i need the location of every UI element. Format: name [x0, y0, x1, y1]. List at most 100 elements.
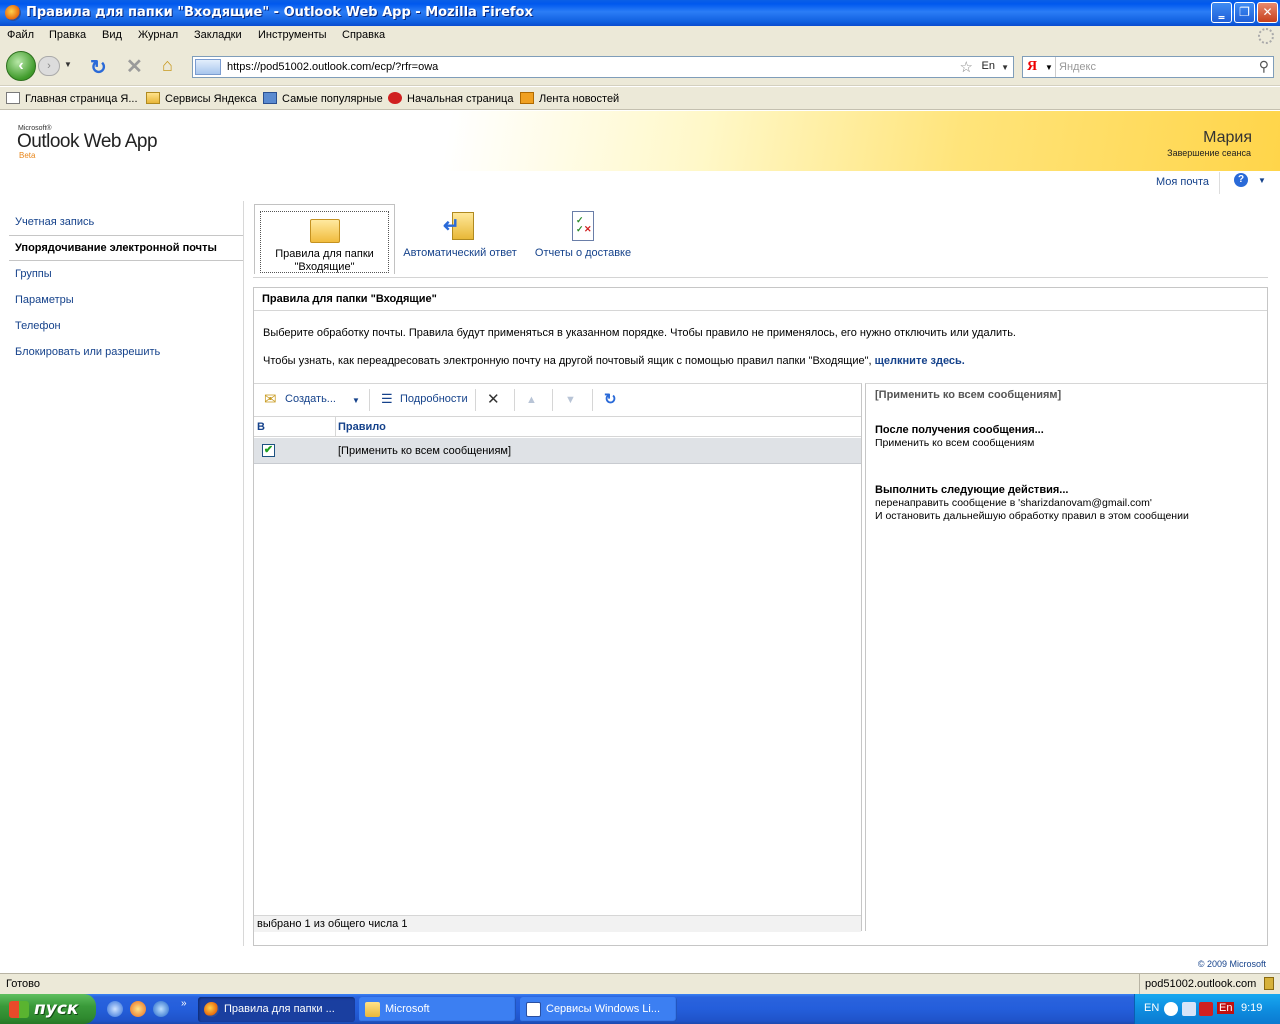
bookmark-news-feed[interactable]: Лента новостей: [520, 92, 619, 105]
refresh-icon[interactable]: ↻: [604, 390, 617, 408]
url-dropdown-icon[interactable]: ▼: [1001, 63, 1009, 72]
nav-settings[interactable]: Параметры: [15, 294, 74, 306]
reload-icon[interactable]: ↻: [90, 55, 107, 80]
table-row[interactable]: ✔ [Применить ко всем сообщениям]: [254, 438, 861, 464]
task-microsoft[interactable]: Microsoft: [359, 997, 516, 1022]
menu-history[interactable]: Журнал: [138, 29, 178, 41]
window-title-bar[interactable]: Правила для папки "Входящие" - Outlook W…: [0, 0, 1280, 26]
lang-indicator: En: [981, 60, 995, 72]
toolbar-separator: [514, 389, 515, 411]
url-bar[interactable]: https://pod51002.outlook.com/ecp/?rfr=ow…: [192, 56, 1014, 78]
task-microsoft-label: Microsoft: [385, 1003, 430, 1015]
new-rule-icon[interactable]: ✉: [264, 390, 277, 408]
task-firefox[interactable]: Правила для папки ...: [198, 997, 355, 1022]
details-actions-header: Выполнить следующие действия...: [875, 484, 1069, 496]
minimize-button[interactable]: ‗: [1211, 2, 1232, 23]
home-icon[interactable]: ⌂: [162, 55, 173, 76]
menu-view[interactable]: Вид: [102, 29, 122, 41]
url-text[interactable]: https://pod51002.outlook.com/ecp/?rfr=ow…: [227, 61, 438, 73]
logo-product: Outlook Web App: [17, 131, 158, 152]
inbox-rules-folder-icon: [310, 219, 340, 243]
details-condition-header: После получения сообщения...: [875, 424, 1044, 436]
column-enabled[interactable]: В: [257, 421, 265, 433]
antivirus-icon[interactable]: [1199, 1002, 1213, 1016]
owa-subheader: [0, 171, 1280, 201]
toolbar-separator: [369, 389, 370, 411]
lock-icon[interactable]: [1264, 977, 1274, 990]
move-down-icon[interactable]: ▼: [565, 394, 576, 406]
my-mail-link[interactable]: Моя почта: [1156, 176, 1209, 188]
rule-enabled-checkbox[interactable]: ✔: [262, 444, 275, 457]
menu-help[interactable]: Справка: [342, 29, 385, 41]
toolbar-separator: [475, 389, 476, 411]
delete-icon[interactable]: ✕: [487, 390, 500, 408]
sign-out-link[interactable]: Завершение сеанса: [1167, 148, 1251, 158]
new-rule-button[interactable]: Создать...: [285, 393, 336, 405]
tray-language[interactable]: EN: [1144, 1002, 1159, 1014]
rules-list: ✉ Создать... ▼ ☰ Подробности ✕ ▲ ▼ ↻ В П…: [254, 383, 862, 932]
history-dropdown-icon[interactable]: ▼: [64, 60, 72, 69]
bookmark-yandex-home[interactable]: Главная страница Я...: [6, 92, 138, 105]
new-rule-dropdown-icon[interactable]: ▼: [352, 396, 360, 405]
site-identity-icon[interactable]: [195, 59, 221, 75]
tab-auto-reply[interactable]: ↵ Автоматический ответ: [399, 204, 521, 274]
back-button[interactable]: ‹: [6, 51, 36, 81]
details-icon[interactable]: ☰: [381, 391, 393, 407]
firefox-icon: [204, 1002, 219, 1017]
network-icon[interactable]: [1182, 1002, 1196, 1016]
clock[interactable]: 9:19: [1241, 1002, 1262, 1014]
selection-status: выбрано 1 из общего числа 1: [254, 915, 861, 932]
search-input[interactable]: Яндекс: [1059, 61, 1096, 73]
help-dropdown-icon[interactable]: ▼: [1258, 176, 1266, 185]
inbox-rules-panel: Правила для папки "Входящие" Выберите об…: [253, 287, 1268, 946]
details-condition-text: Применить ко всем сообщениям: [875, 437, 1035, 449]
quicklaunch-more-icon[interactable]: »: [181, 998, 187, 1009]
click-here-link[interactable]: щелкните здесь.: [875, 355, 965, 367]
search-bar[interactable]: Я ▼ Яндекс ⚲: [1022, 56, 1274, 78]
start-button[interactable]: пуск: [0, 994, 96, 1024]
details-action-stop: И остановить дальнейшую обработку правил…: [875, 510, 1189, 522]
forward-button[interactable]: ›: [38, 56, 60, 76]
delivery-report-icon: ✓ ✓ ✕: [572, 211, 594, 241]
rules-toolbar: ✉ Создать... ▼ ☰ Подробности ✕ ▲ ▼ ↻: [254, 384, 861, 416]
tab-delivery-reports[interactable]: ✓ ✓ ✕ Отчеты о доставке: [529, 204, 637, 274]
nav-organize-email[interactable]: Упорядочивание электронной почты: [9, 235, 243, 261]
copyright: © 2009 Microsoft: [1197, 959, 1266, 969]
menu-bookmarks[interactable]: Закладки: [194, 29, 242, 41]
menu-edit[interactable]: Правка: [49, 29, 86, 41]
menu-tools[interactable]: Инструменты: [258, 29, 327, 41]
column-rule[interactable]: Правило: [338, 421, 386, 433]
internet-explorer-icon[interactable]: [153, 1001, 169, 1017]
bookmark-start-page[interactable]: Начальная страница: [388, 92, 513, 105]
details-button[interactable]: Подробности: [400, 393, 468, 405]
tray-collapse-icon[interactable]: [1164, 1002, 1178, 1016]
search-engine-dropdown-icon[interactable]: ▼: [1045, 63, 1053, 72]
search-separator: [1055, 57, 1056, 77]
tab-inbox-rules[interactable]: Правила для папки "Входящие": [254, 204, 395, 274]
nav-groups[interactable]: Группы: [15, 268, 52, 280]
task-windows-live[interactable]: Сервисы Windows Li...: [520, 997, 677, 1022]
nav-block-allow[interactable]: Блокировать или разрешить: [15, 346, 160, 358]
media-player-icon[interactable]: [130, 1001, 146, 1017]
page-icon: [6, 92, 20, 104]
system-tray: EN En 9:19: [1134, 994, 1280, 1024]
toolbar-separator: [552, 389, 553, 411]
stop-icon[interactable]: ✕: [126, 54, 143, 79]
move-up-icon[interactable]: ▲: [526, 394, 537, 406]
show-desktop-icon[interactable]: [107, 1001, 123, 1017]
rules-grid-header: В Правило: [254, 416, 861, 437]
bookmark-yandex-services[interactable]: Сервисы Яндекса: [146, 92, 257, 105]
help-icon[interactable]: ?: [1234, 173, 1248, 187]
nav-account[interactable]: Учетная запись: [15, 216, 94, 228]
nav-phone[interactable]: Телефон: [15, 320, 61, 332]
menu-file[interactable]: Файл: [7, 29, 34, 41]
bookmark-most-visited[interactable]: Самые популярные: [263, 92, 383, 105]
yandex-logo-icon[interactable]: Я: [1027, 59, 1037, 75]
tab-inbox-rules-label: Правила для папки "Входящие": [275, 248, 374, 273]
restore-button[interactable]: ❐: [1234, 2, 1255, 23]
close-button[interactable]: ✕: [1257, 2, 1278, 23]
tray-input-indicator[interactable]: En: [1217, 1002, 1235, 1014]
bookmark-star-icon[interactable]: ☆: [960, 58, 973, 76]
most-visited-icon: [263, 92, 277, 104]
search-icon[interactable]: ⚲: [1259, 58, 1269, 75]
